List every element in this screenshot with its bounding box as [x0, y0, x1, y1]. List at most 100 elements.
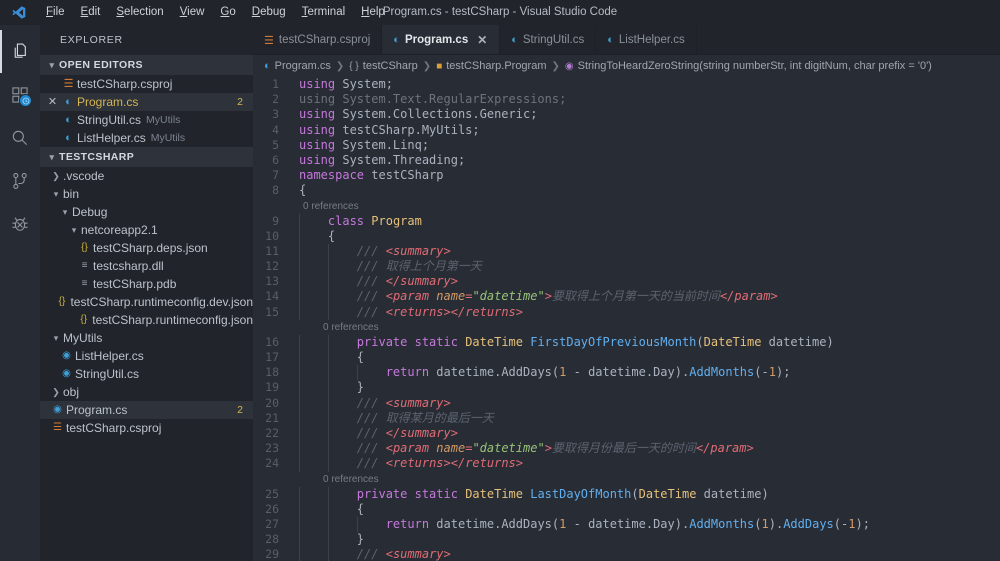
tab-program-cs[interactable]: ◐ Program.cs ✕ — [382, 25, 501, 55]
code-line[interactable]: 1 using System; — [253, 77, 1000, 92]
code-line[interactable]: 28 } — [253, 532, 1000, 548]
tree-item-label: MyUtils — [63, 331, 103, 345]
open-editor-item-active[interactable]: ✕ ◐ Program.cs 2 — [40, 93, 253, 111]
close-icon[interactable]: ✕ — [45, 93, 60, 111]
code-text: /// </summary> — [295, 274, 1000, 290]
chevron-down-icon[interactable]: ▾ — [67, 221, 81, 239]
code-text: using System.Collections.Generic; — [299, 107, 538, 122]
code-line[interactable]: 25 private static DateTime LastDayOfMont… — [253, 486, 1000, 502]
code-line[interactable]: 22 /// </summary> — [253, 425, 1000, 442]
section-project-root[interactable]: ▾ TESTCSHARP — [40, 147, 253, 167]
code-line[interactable]: 16 private static DateTime FirstDayOfPre… — [253, 334, 1000, 350]
codelens-row: 0 references — [253, 199, 1000, 214]
breadcrumb-namespace[interactable]: { } testCSharp — [349, 60, 418, 72]
cs-icon: ◉ — [53, 404, 62, 415]
tree-file[interactable]: ☰ testCSharp.csproj — [40, 419, 253, 437]
code-line[interactable]: 13 /// </summary> — [253, 274, 1000, 290]
section-open-editors[interactable]: ▾ OPEN EDITORS — [40, 55, 253, 75]
code-line[interactable]: 12 /// 取得上个月第一天 — [253, 259, 1000, 275]
menu-view[interactable]: View — [172, 3, 213, 23]
code-line[interactable]: 29 /// <summary> — [253, 547, 1000, 561]
menu-help[interactable]: Help — [353, 3, 393, 23]
code-line[interactable]: 5 using System.Linq; — [253, 138, 1000, 153]
class-icon: ■ — [436, 60, 443, 72]
code-line[interactable]: 21 /// 取得某月的最后一天 — [253, 410, 1000, 426]
code-content[interactable]: 1 using System; 2 using System.Text.Regular… — [253, 77, 1000, 561]
chevron-right-icon[interactable]: ❯ — [49, 167, 63, 185]
menu-bar[interactable]: File Edit Selection View Go Debug Termin… — [38, 3, 393, 23]
sidebar-explorer: EXPLORER ▾ OPEN EDITORS ☰ testCSharp.csp… — [40, 25, 253, 561]
tree-file[interactable]: ◉ StringUtil.cs — [40, 365, 253, 383]
tree-folder[interactable]: ▾ MyUtils — [40, 329, 253, 347]
code-line[interactable]: 24 /// <returns></returns> — [253, 456, 1000, 472]
tree-folder[interactable]: ❯ obj — [40, 383, 253, 401]
code-line[interactable]: 10 { — [253, 228, 1000, 244]
codelens-references[interactable]: 0 references — [319, 472, 379, 487]
activitybar-debug[interactable] — [0, 202, 40, 245]
code-line[interactable]: 15 /// <returns></returns> — [253, 304, 1000, 320]
tree-folder[interactable]: ▾ netcoreapp2.1 — [40, 221, 253, 239]
chevron-down-icon[interactable]: ▾ — [49, 185, 63, 203]
activitybar-source-control[interactable] — [0, 159, 40, 202]
code-line[interactable]: 26 { — [253, 501, 1000, 517]
menu-selection[interactable]: Selection — [108, 3, 171, 23]
json-icon: {} — [80, 314, 88, 325]
open-editor-desc: MyUtils — [146, 114, 181, 126]
code-line[interactable]: 4 using testCSharp.MyUtils; — [253, 123, 1000, 138]
tree-file[interactable]: ◉ ListHelper.cs — [40, 347, 253, 365]
tree-file[interactable]: ≡ testCSharp.pdb — [40, 275, 253, 293]
breadcrumb-class[interactable]: ■ testCSharp.Program — [436, 60, 546, 72]
code-line[interactable]: 17 { — [253, 350, 1000, 366]
codelens-references[interactable]: 0 references — [299, 199, 359, 214]
tree-file[interactable]: {} testCSharp.deps.json — [40, 239, 253, 257]
activitybar-extensions[interactable] — [0, 73, 40, 116]
menu-edit[interactable]: Edit — [73, 3, 109, 23]
code-line[interactable]: 18 return datetime.AddDays(1 - datetime.… — [253, 365, 1000, 381]
activitybar-explorer[interactable] — [0, 30, 40, 73]
code-line[interactable]: 9 class Program — [253, 213, 1000, 229]
codelens-references[interactable]: 0 references — [319, 320, 379, 335]
tree-file[interactable]: ≡ testcsharp.dll — [40, 257, 253, 275]
code-line[interactable]: 27 return datetime.AddDays(1 - datetime.… — [253, 516, 1000, 533]
open-editor-label: StringUtil.cs — [77, 113, 142, 127]
menu-terminal[interactable]: Terminal — [294, 3, 353, 23]
activitybar-search[interactable] — [0, 116, 40, 159]
code-line[interactable]: 20 /// <summary> — [253, 395, 1000, 411]
chevron-down-icon[interactable]: ▾ — [58, 203, 72, 221]
code-line[interactable]: 3 using System.Collections.Generic; — [253, 107, 1000, 122]
csproj-icon: ☰ — [53, 422, 62, 433]
code-line[interactable]: 11 /// <summary> — [253, 243, 1000, 260]
breadcrumb-method[interactable]: ◉ StringToHeardZeroString(string numberS… — [565, 60, 932, 72]
menu-debug[interactable]: Debug — [244, 3, 294, 23]
explorer-icon — [14, 43, 26, 58]
tree-item-label: StringUtil.cs — [75, 367, 140, 381]
code-line[interactable]: 7 namespace testCSharp — [253, 168, 1000, 183]
line-number: 8 — [272, 183, 279, 198]
code-line[interactable]: 8{ — [253, 183, 1000, 198]
code-line[interactable]: 23 /// <param name="datetime">要取得月份最后一天的… — [253, 441, 1000, 457]
tree-folder[interactable]: ▾ Debug — [40, 203, 253, 221]
code-line[interactable]: 14 /// <param name="datetime">要取得上个月第一天的… — [253, 289, 1000, 305]
code-editor[interactable]: 1 using System; 2 using System.Text.Regular… — [253, 77, 1000, 561]
tab-listhelper-cs[interactable]: ◐ ListHelper.cs — [596, 25, 697, 55]
menu-go[interactable]: Go — [212, 3, 243, 23]
open-editor-item[interactable]: ◐ ListHelper.cs MyUtils — [40, 129, 253, 147]
tree-folder[interactable]: ❯ .vscode — [40, 167, 253, 185]
tree-file[interactable]: {} testCSharp.runtimeconfig.dev.json — [40, 293, 253, 311]
code-line[interactable]: 2 using System.Text.RegularExpressions; — [253, 92, 1000, 107]
menu-file[interactable]: File — [38, 3, 73, 23]
code-line[interactable]: 6 using System.Threading; — [253, 153, 1000, 168]
open-editor-item[interactable]: ◐ StringUtil.cs MyUtils — [40, 111, 253, 129]
code-text: using System.Threading; — [299, 152, 466, 167]
tab-stringutil-cs[interactable]: ◐ StringUtil.cs — [500, 25, 597, 55]
tree-file[interactable]: {} testCSharp.runtimeconfig.json — [40, 311, 253, 329]
chevron-down-icon[interactable]: ▾ — [49, 329, 63, 347]
tree-folder[interactable]: ▾ bin — [40, 185, 253, 203]
open-editor-item[interactable]: ☰ testCSharp.csproj — [40, 75, 253, 93]
tree-file[interactable]: ◉ Program.cs 2 — [40, 401, 253, 419]
close-icon[interactable]: ✕ — [476, 33, 488, 47]
chevron-right-icon[interactable]: ❯ — [49, 383, 63, 401]
code-line[interactable]: 19 } — [253, 380, 1000, 396]
breadcrumb-file[interactable]: ◐ Program.cs — [264, 60, 331, 72]
tab-testcsharp-csproj[interactable]: ☰ testCSharp.csproj — [253, 25, 383, 55]
